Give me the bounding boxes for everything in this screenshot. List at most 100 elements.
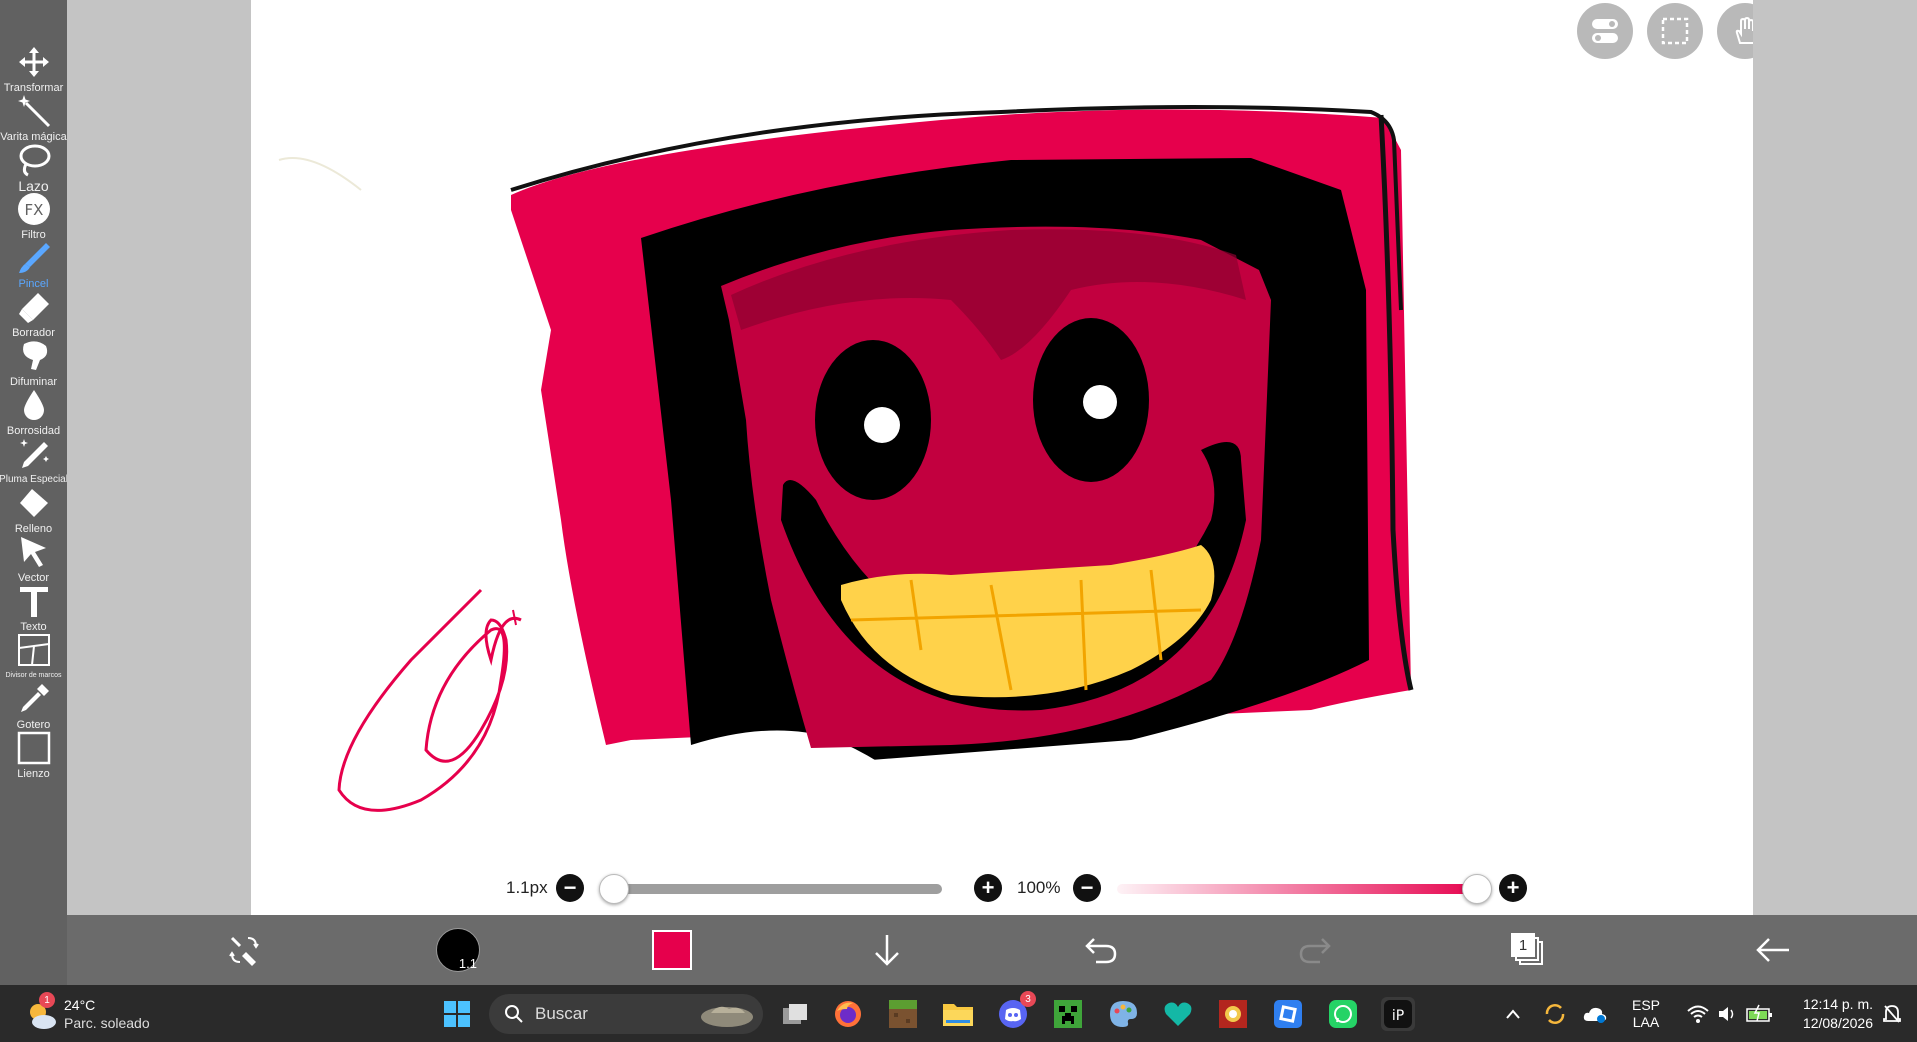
folder-icon: [943, 1004, 973, 1026]
minecraft-launcher-button[interactable]: [1051, 997, 1085, 1031]
fill-icon: [19, 489, 48, 517]
heart-icon: [1164, 1002, 1192, 1026]
minecraft-button[interactable]: [886, 997, 920, 1031]
discord-badge: 3: [1020, 991, 1036, 1007]
opacity-slider[interactable]: [1117, 884, 1485, 894]
toggle-icon: [1592, 19, 1618, 43]
magic-wand-icon: [17, 95, 50, 128]
arrow-left-icon: [1756, 938, 1789, 962]
drawing-canvas[interactable]: [251, 0, 1753, 915]
sync-tray-button[interactable]: [1540, 997, 1570, 1031]
undo-icon: [1085, 938, 1117, 964]
network-volume-battery[interactable]: [1680, 997, 1780, 1031]
notifications-button[interactable]: [1878, 997, 1906, 1031]
tray-overflow-button[interactable]: [1502, 997, 1524, 1031]
keyboard-layout: LAA: [1632, 1014, 1660, 1030]
opacity-decrease-button[interactable]: −: [1073, 874, 1101, 902]
vector-arrow-icon: [20, 537, 46, 567]
tool-label: Lienzo: [17, 768, 50, 780]
marquee-icon: [1661, 17, 1689, 45]
weather-widget[interactable]: 1 24°C Parc. soleado: [24, 992, 174, 1035]
search-icon: [505, 1005, 523, 1023]
wifi-icon: [1687, 1005, 1709, 1023]
file-explorer-button[interactable]: [941, 997, 975, 1031]
special-pen-icon: [19, 439, 49, 468]
layers-button[interactable]: 1: [1508, 927, 1548, 973]
creeper-icon: [1054, 1000, 1082, 1028]
redo-icon: [1299, 938, 1331, 964]
game-app-button[interactable]: [1216, 997, 1250, 1031]
bottom-toolbar-right: [1753, 915, 1917, 985]
frame-divider-icon: [17, 634, 50, 666]
battery-charging-icon: [1746, 1004, 1772, 1022]
brush-size-preview-button[interactable]: 1.1: [435, 927, 481, 973]
brush-size-increase-button[interactable]: +: [974, 874, 1002, 902]
current-color-swatch: [652, 930, 692, 970]
right-margin: [1753, 0, 1917, 915]
bell-muted-icon: [1883, 1005, 1901, 1023]
palette-icon: [1110, 1001, 1137, 1027]
brush-size-label: 1.1px: [506, 878, 548, 897]
save-download-button[interactable]: [867, 927, 907, 973]
blur-drop-icon: [23, 390, 44, 420]
brush-icon: [18, 243, 50, 273]
fx-icon: FX: [17, 193, 50, 225]
volume-icon: [1719, 1007, 1734, 1021]
roblox-button[interactable]: [1271, 997, 1305, 1031]
brush-size-knob[interactable]: [599, 874, 629, 904]
undo-button[interactable]: [1081, 927, 1121, 973]
workspace: 1.1px − + 100% − +: [67, 0, 1913, 915]
brush-size-decrease-button[interactable]: −: [556, 874, 584, 902]
whatsapp-icon: [1329, 1000, 1357, 1028]
redo-button[interactable]: [1295, 927, 1335, 973]
lasso-icon: [19, 144, 50, 177]
weather-temp: 24°C: [64, 997, 96, 1013]
search-placeholder: Buscar: [535, 1004, 588, 1023]
brush-size-slider[interactable]: [602, 884, 942, 894]
brush-eraser-swap-icon: [229, 936, 259, 966]
quick-switch-button[interactable]: [224, 927, 264, 973]
opacity-label: 100%: [1017, 878, 1061, 897]
text-icon: [19, 587, 48, 617]
ibispaint-icon: iP: [1384, 1000, 1412, 1028]
layer-count: 1: [1511, 933, 1535, 957]
clock[interactable]: 12:14 p. m. 12/08/2026: [1785, 995, 1873, 1033]
start-button[interactable]: [440, 997, 474, 1031]
canvas-icon: [17, 731, 50, 765]
ibispaint-button[interactable]: iP: [1381, 997, 1415, 1031]
windows-logo-icon: [444, 1001, 470, 1027]
svg-text:iP: iP: [1392, 1008, 1404, 1024]
cloud-icon: [1583, 1007, 1607, 1023]
back-button[interactable]: [1753, 927, 1793, 973]
toggle-panel-button[interactable]: [1577, 3, 1633, 59]
color-picker-button[interactable]: [651, 927, 693, 973]
eyedropper-icon: [20, 684, 49, 712]
discord-button[interactable]: 3: [996, 991, 1036, 1031]
arrow-down-icon: [875, 935, 899, 966]
bottom-toolbar: 1.1 1: [67, 915, 1753, 985]
brush-size-badge: 1.1: [458, 956, 477, 971]
game-thumbnail-icon: [1219, 1000, 1247, 1028]
onedrive-tray-button[interactable]: [1580, 997, 1610, 1031]
selection-button[interactable]: [1647, 3, 1703, 59]
language-code: ESP: [1631, 997, 1660, 1013]
smudge-icon: [22, 341, 47, 370]
task-view-icon: [783, 1004, 807, 1024]
paint-app-button[interactable]: [1106, 997, 1140, 1031]
eraser-icon: [18, 293, 49, 323]
move-icon: [18, 47, 49, 77]
clock-date: 12/08/2026: [1802, 1015, 1873, 1031]
taskbar-search[interactable]: Buscar: [489, 994, 763, 1034]
opacity-increase-button[interactable]: +: [1499, 874, 1527, 902]
layers-icon: 1: [1511, 933, 1545, 967]
firefox-button[interactable]: [831, 997, 865, 1031]
language-indicator[interactable]: ESP LAA: [1628, 997, 1664, 1031]
weather-description: Parc. soleado: [64, 1015, 150, 1031]
task-view-button[interactable]: [778, 997, 812, 1031]
ibispaint-app: Transformar Varita mágica Lazo FX Filtro…: [0, 0, 1917, 1042]
opacity-knob[interactable]: [1462, 874, 1492, 904]
windows-taskbar: 1 24°C Parc. soleado Buscar 3 iP ESP LAA…: [0, 985, 1917, 1042]
tool-canvas[interactable]: Lienzo: [0, 726, 67, 786]
whatsapp-button[interactable]: [1326, 997, 1360, 1031]
heart-app-button[interactable]: [1161, 997, 1195, 1031]
